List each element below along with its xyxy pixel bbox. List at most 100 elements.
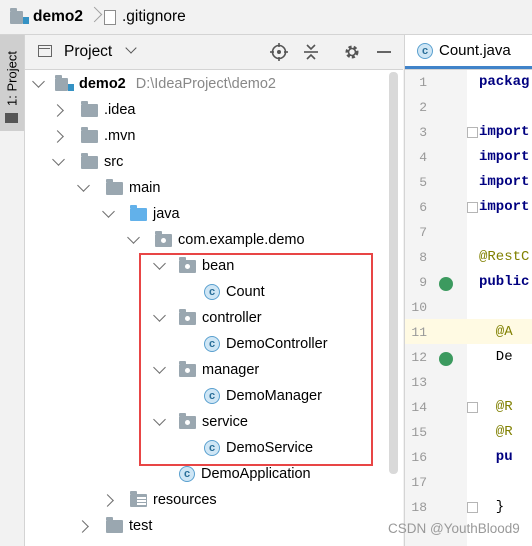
line-number: 2 bbox=[419, 100, 427, 115]
tree-root-label: demo2 bbox=[79, 76, 126, 92]
code-text: public bbox=[479, 274, 530, 290]
tree-label-idea: .idea bbox=[104, 102, 136, 118]
fold-marker-icon[interactable] bbox=[467, 402, 478, 413]
tree-node-test[interactable]: test bbox=[25, 513, 152, 539]
editor-pane: c Count.java 1 packag 2 3 import 4 import 5 impo… bbox=[404, 35, 532, 546]
minimize-icon[interactable] bbox=[375, 43, 393, 61]
tree-node-main[interactable]: main bbox=[25, 175, 160, 201]
line-number: 11 bbox=[411, 325, 427, 340]
code-line[interactable]: 16 pu bbox=[405, 445, 532, 470]
folder-icon bbox=[81, 152, 98, 169]
tree-node-root[interactable]: demo2 D:\IdeaProject\demo2 bbox=[25, 71, 276, 97]
code-line[interactable]: 15 @R bbox=[405, 420, 532, 445]
source-folder-icon bbox=[130, 204, 147, 221]
spring-boot-class-icon: c bbox=[179, 466, 195, 482]
breadcrumb-project-label: demo2 bbox=[33, 8, 83, 25]
code-line[interactable]: 5 import bbox=[405, 170, 532, 195]
tree-label-mvn: .mvn bbox=[104, 128, 136, 144]
code-text: pu bbox=[479, 449, 513, 465]
tree-label-resources: resources bbox=[153, 492, 217, 508]
code-line[interactable]: 13 bbox=[405, 370, 532, 395]
bean-gutter-icon[interactable] bbox=[439, 277, 453, 291]
line-number: 16 bbox=[411, 450, 427, 465]
fold-marker-icon[interactable] bbox=[467, 127, 478, 138]
folder-icon bbox=[81, 126, 98, 143]
fold-marker-icon[interactable] bbox=[467, 202, 478, 213]
chevron-down-icon bbox=[124, 42, 137, 54]
line-number: 6 bbox=[419, 200, 427, 215]
project-tool-tab[interactable]: 1: Project bbox=[0, 35, 24, 131]
line-number: 7 bbox=[419, 225, 427, 240]
code-line[interactable]: 11 @A bbox=[405, 320, 532, 345]
line-number: 15 bbox=[411, 425, 427, 440]
tree-node-src[interactable]: src bbox=[25, 149, 123, 175]
tree-scrollbar[interactable] bbox=[389, 72, 398, 474]
tree-label-main: main bbox=[129, 180, 161, 196]
line-number: 3 bbox=[419, 125, 427, 140]
breadcrumb-separator-icon bbox=[89, 8, 98, 26]
code-text: @RestC bbox=[479, 249, 530, 265]
tool-window-strip: 1: Project bbox=[0, 35, 25, 546]
bean-gutter-icon[interactable] bbox=[439, 352, 453, 366]
resources-folder-icon bbox=[130, 490, 147, 507]
folder-icon bbox=[106, 516, 123, 533]
code-line[interactable]: 2 bbox=[405, 95, 532, 120]
line-number: 10 bbox=[411, 300, 427, 315]
code-text: import bbox=[479, 124, 530, 140]
tree-node-java[interactable]: java bbox=[25, 201, 180, 227]
line-number: 4 bbox=[419, 150, 427, 165]
expand-arrow-icon bbox=[51, 104, 64, 117]
tree-label-package: com.example.demo bbox=[178, 232, 305, 248]
code-line[interactable]: 1 packag bbox=[405, 70, 532, 95]
package-icon bbox=[155, 230, 172, 247]
line-number: 9 bbox=[419, 275, 427, 290]
folder-icon bbox=[106, 178, 123, 195]
code-text: } bbox=[479, 499, 505, 515]
folder-icon bbox=[81, 100, 98, 117]
code-line[interactable]: 8 @RestC bbox=[405, 245, 532, 270]
editor-tab-count-java[interactable]: c Count.java bbox=[405, 35, 532, 69]
code-text: De bbox=[479, 349, 513, 365]
expand-arrow-icon bbox=[102, 205, 115, 218]
code-text: @R bbox=[479, 424, 513, 440]
code-line[interactable]: 4 import bbox=[405, 145, 532, 170]
breadcrumb-file-label: .gitignore bbox=[121, 8, 186, 25]
file-icon bbox=[103, 9, 116, 25]
watermark: CSDN @YouthBlood9 bbox=[388, 521, 520, 536]
tree-node-idea[interactable]: .idea bbox=[25, 97, 135, 123]
tree-node-resources[interactable]: resources bbox=[25, 487, 217, 513]
breadcrumb-file[interactable]: .gitignore bbox=[103, 8, 186, 26]
tree-root-path: D:\IdeaProject\demo2 bbox=[135, 76, 276, 92]
tree-node-mvn[interactable]: .mvn bbox=[25, 123, 135, 149]
collapse-icon[interactable] bbox=[302, 43, 320, 61]
project-panel: Project demo2 D:\IdeaProject\demo2 .idea bbox=[25, 35, 403, 546]
tree-label-src: src bbox=[104, 154, 124, 170]
module-folder-icon bbox=[55, 74, 74, 91]
code-line[interactable]: 10 bbox=[405, 295, 532, 320]
code-text: @R bbox=[479, 399, 513, 415]
expand-arrow-icon bbox=[77, 179, 90, 192]
breadcrumb-project[interactable]: demo2 bbox=[10, 7, 83, 26]
code-line[interactable]: 7 bbox=[405, 220, 532, 245]
line-number: 5 bbox=[419, 175, 427, 190]
fold-marker-icon[interactable] bbox=[467, 502, 478, 513]
tree-node-package[interactable]: com.example.demo bbox=[25, 227, 305, 253]
project-tool-icon bbox=[5, 113, 18, 123]
highlight-box bbox=[139, 253, 373, 466]
tree-label-java: java bbox=[153, 206, 180, 222]
code-line[interactable]: 12 De bbox=[405, 345, 532, 370]
expand-arrow-icon bbox=[127, 231, 140, 244]
code-line[interactable]: 9 public bbox=[405, 270, 532, 295]
project-tool-tab-label: 1: Project bbox=[4, 51, 20, 106]
module-folder-icon bbox=[10, 7, 29, 24]
locate-icon[interactable] bbox=[270, 43, 288, 61]
project-view-title: Project bbox=[64, 43, 113, 60]
code-text: packag bbox=[479, 74, 530, 90]
expand-arrow-icon bbox=[51, 130, 64, 143]
tree-label-test: test bbox=[129, 518, 153, 534]
editor-tab-bar: c Count.java bbox=[405, 35, 532, 70]
project-view-dropdown[interactable]: Project bbox=[64, 42, 137, 61]
gear-icon[interactable] bbox=[343, 43, 361, 61]
code-line[interactable]: 17 bbox=[405, 470, 532, 495]
project-panel-header: Project bbox=[25, 35, 403, 70]
